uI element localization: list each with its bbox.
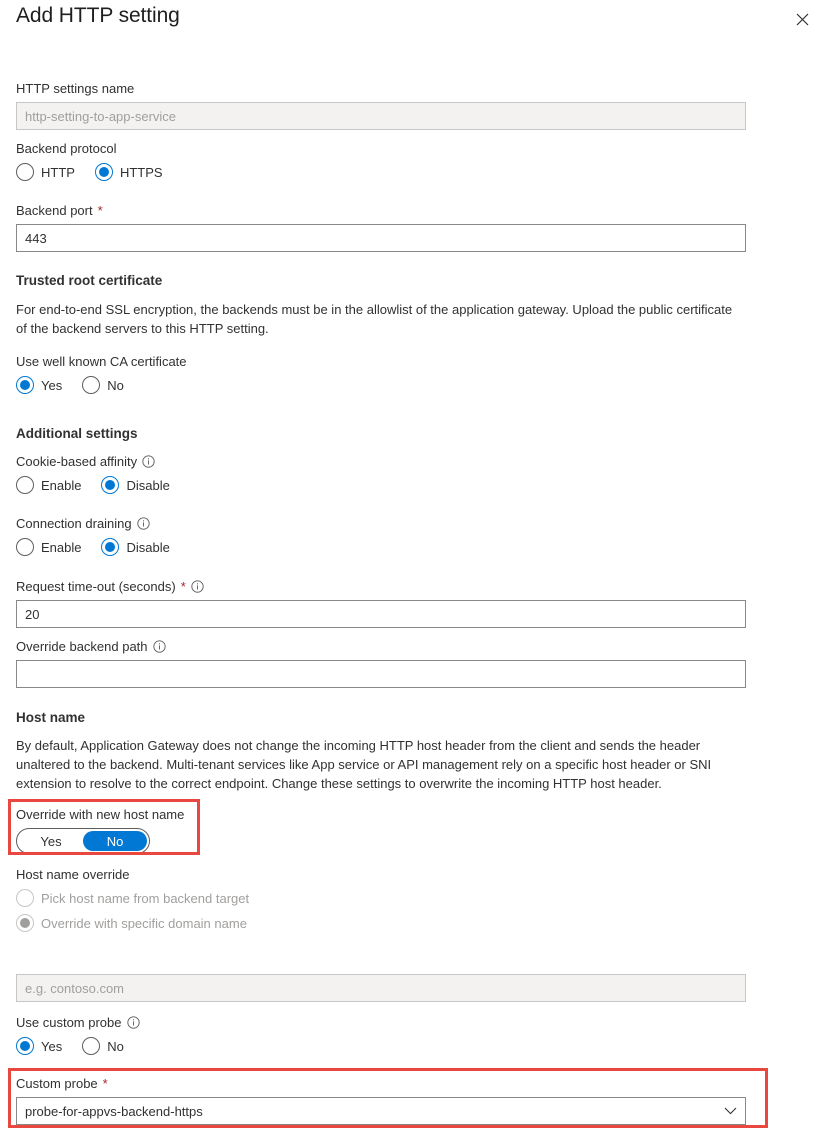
radio-backend-protocol-https[interactable]: HTTPS	[95, 163, 163, 181]
use-well-known-ca-field: Use well known CA certificate Yes No	[16, 353, 187, 394]
radio-override-with-specific-domain-name[interactable]: Override with specific domain name	[16, 914, 247, 932]
backend-port-field: Backend port *	[16, 202, 746, 252]
radio-dot	[101, 476, 119, 494]
override-with-new-host-name-toggle[interactable]: Yes No	[16, 828, 150, 854]
custom-probe-select-value[interactable]: probe-for-appvs-backend-https	[16, 1097, 746, 1125]
required-asterisk: *	[181, 580, 186, 593]
http-settings-name-input[interactable]	[16, 102, 746, 130]
use-custom-probe-radio-group: Yes No	[16, 1037, 140, 1055]
domain-name-field	[16, 974, 746, 1002]
radio-use-well-known-ca-yes[interactable]: Yes	[16, 376, 62, 394]
override-with-new-host-name-label: Override with new host name	[16, 806, 184, 823]
custom-probe-label: Custom probe *	[16, 1075, 746, 1092]
host-name-description: By default, Application Gateway does not…	[16, 736, 746, 793]
radio-dot	[16, 538, 34, 556]
connection-draining-label: Connection draining	[16, 515, 182, 532]
radio-cookie-affinity-enable[interactable]: Enable	[16, 476, 81, 494]
override-backend-path-field: Override backend path	[16, 638, 746, 688]
override-backend-path-input[interactable]	[16, 660, 746, 688]
radio-dot	[16, 163, 34, 181]
use-well-known-ca-radio-group: Yes No	[16, 376, 187, 394]
host-name-override-radio-group: Pick host name from backend target Overr…	[16, 889, 261, 932]
close-icon	[796, 13, 809, 26]
custom-probe-select[interactable]: probe-for-appvs-backend-https	[16, 1097, 746, 1125]
info-icon[interactable]	[153, 640, 166, 653]
radio-connection-draining-enable[interactable]: Enable	[16, 538, 81, 556]
host-name-override-label: Host name override	[16, 866, 261, 883]
radio-cookie-affinity-disable[interactable]: Disable	[101, 476, 169, 494]
info-icon[interactable]	[191, 580, 204, 593]
radio-dot	[95, 163, 113, 181]
override-with-new-host-name-field: Override with new host name Yes No	[16, 806, 184, 854]
trusted-root-certificate-description: For end-to-end SSL encryption, the backe…	[16, 300, 746, 338]
radio-use-custom-probe-no[interactable]: No	[82, 1037, 124, 1055]
backend-port-input[interactable]	[16, 224, 746, 252]
radio-dot	[16, 1037, 34, 1055]
host-name-heading: Host name	[16, 709, 746, 727]
radio-dot	[82, 1037, 100, 1055]
cookie-based-affinity-label: Cookie-based affinity	[16, 453, 182, 470]
info-icon[interactable]	[137, 517, 150, 530]
trusted-root-certificate-section: Trusted root certificate For end-to-end …	[16, 272, 746, 338]
cookie-based-affinity-field: Cookie-based affinity Enable Disable	[16, 453, 182, 494]
toggle-option-yes[interactable]: Yes	[19, 831, 83, 851]
connection-draining-field: Connection draining Enable Disable	[16, 515, 182, 556]
add-http-setting-panel: Add HTTP setting HTTP settings name Back…	[0, 0, 831, 1135]
radio-pick-host-name-from-backend-target[interactable]: Pick host name from backend target	[16, 889, 249, 907]
use-custom-probe-field: Use custom probe Yes No	[16, 1014, 140, 1055]
http-settings-name-label: HTTP settings name	[16, 80, 746, 97]
http-settings-name-field: HTTP settings name	[16, 80, 746, 130]
required-asterisk: *	[98, 204, 103, 217]
request-timeout-input[interactable]	[16, 600, 746, 628]
connection-draining-radio-group: Enable Disable	[16, 538, 182, 556]
required-asterisk: *	[103, 1077, 108, 1090]
radio-dot	[101, 538, 119, 556]
close-button[interactable]	[789, 6, 815, 32]
info-icon[interactable]	[127, 1016, 140, 1029]
radio-connection-draining-disable[interactable]: Disable	[101, 538, 169, 556]
panel-header: Add HTTP setting	[16, 0, 815, 46]
request-timeout-field: Request time-out (seconds) *	[16, 578, 746, 628]
additional-settings-heading: Additional settings	[16, 425, 138, 443]
host-name-override-field: Host name override Pick host name from b…	[16, 866, 261, 932]
request-timeout-label: Request time-out (seconds) *	[16, 578, 746, 595]
radio-use-well-known-ca-no[interactable]: No	[82, 376, 124, 394]
info-icon[interactable]	[142, 455, 155, 468]
use-custom-probe-label: Use custom probe	[16, 1014, 140, 1031]
radio-dot	[16, 914, 34, 932]
page-title: Add HTTP setting	[16, 4, 180, 28]
cookie-based-affinity-radio-group: Enable Disable	[16, 476, 182, 494]
domain-name-input[interactable]	[16, 974, 746, 1002]
radio-use-custom-probe-yes[interactable]: Yes	[16, 1037, 62, 1055]
host-name-section: Host name By default, Application Gatewa…	[16, 709, 746, 793]
radio-dot	[16, 476, 34, 494]
radio-dot	[82, 376, 100, 394]
custom-probe-field: Custom probe * probe-for-appvs-backend-h…	[16, 1075, 746, 1125]
backend-protocol-radio-group: HTTP HTTPS	[16, 163, 175, 181]
backend-protocol-field: Backend protocol HTTP HTTPS	[16, 140, 175, 181]
radio-dot	[16, 376, 34, 394]
backend-port-label: Backend port *	[16, 202, 746, 219]
radio-dot	[16, 889, 34, 907]
toggle-option-no[interactable]: No	[83, 831, 147, 851]
use-well-known-ca-label: Use well known CA certificate	[16, 353, 187, 370]
radio-backend-protocol-http[interactable]: HTTP	[16, 163, 75, 181]
override-backend-path-label: Override backend path	[16, 638, 746, 655]
backend-protocol-label: Backend protocol	[16, 140, 175, 157]
trusted-root-certificate-heading: Trusted root certificate	[16, 272, 746, 290]
